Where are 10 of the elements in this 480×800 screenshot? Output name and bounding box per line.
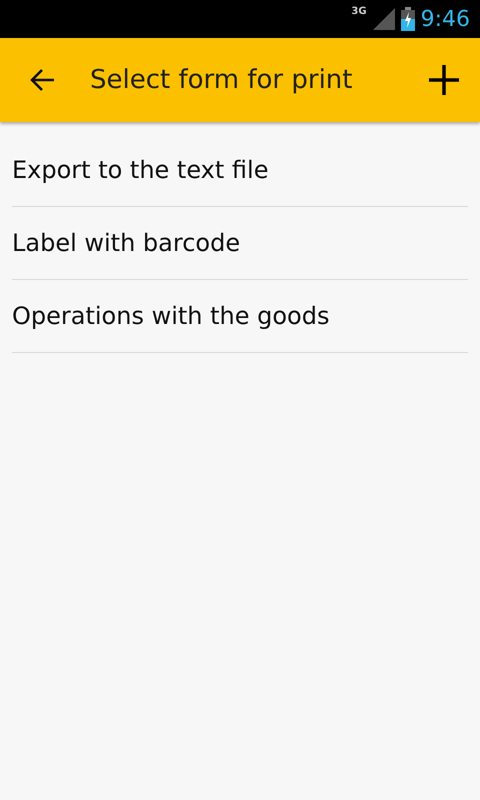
form-list-item[interactable]: Label with barcode — [12, 207, 468, 280]
network-type: 3G — [351, 6, 367, 17]
back-arrow-icon — [29, 68, 55, 92]
clock: 9:46 — [420, 6, 470, 32]
battery-icon — [400, 7, 415, 31]
form-list-item[interactable]: Export to the text file — [12, 134, 468, 207]
plus-icon — [429, 65, 459, 95]
form-list-item[interactable]: Operations with the goods — [12, 280, 468, 353]
signal-icon — [372, 8, 395, 30]
screen-title: Select form for print — [90, 65, 354, 95]
